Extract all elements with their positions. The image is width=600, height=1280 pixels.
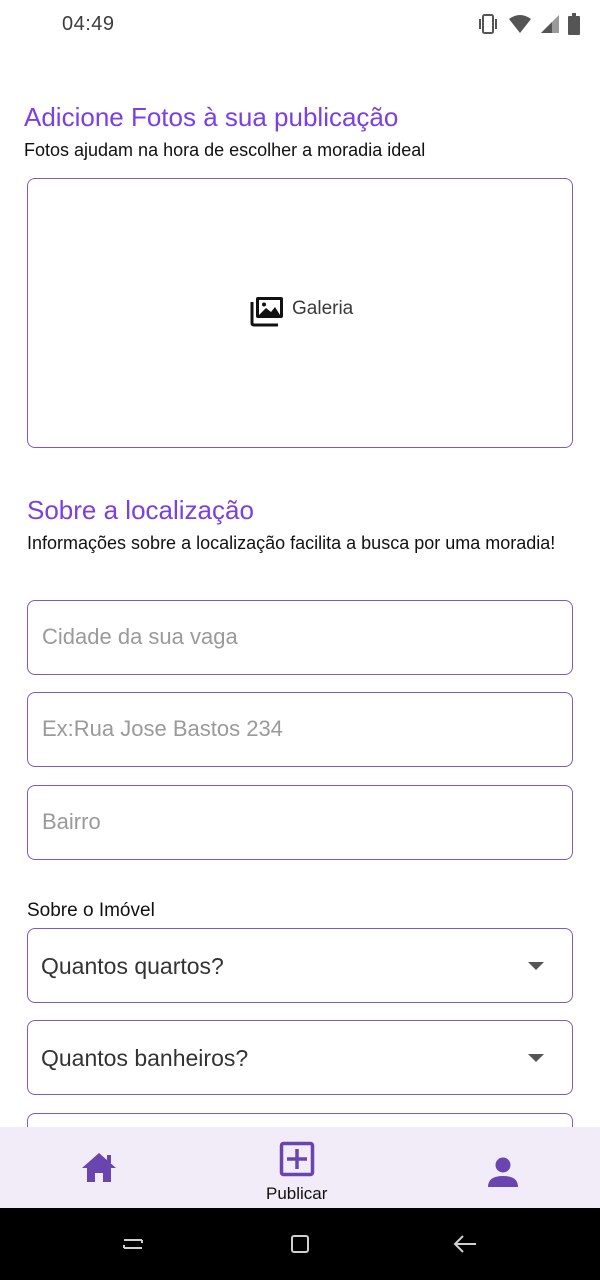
bedrooms-select[interactable]: Quantos quartos? bbox=[27, 928, 573, 1003]
status-bar: 04:49 bbox=[0, 0, 600, 48]
status-time: 04:49 bbox=[62, 13, 115, 35]
home-square-icon[interactable] bbox=[288, 1232, 312, 1261]
location-section-title: Sobre a localização bbox=[27, 495, 254, 525]
gallery-button[interactable]: Galeria bbox=[250, 294, 353, 333]
wifi-icon bbox=[508, 14, 532, 34]
gallery-label: Galeria bbox=[292, 297, 354, 319]
bedrooms-select-value: Quantos quartos? bbox=[41, 953, 224, 979]
photos-section-subtitle: Fotos ajudam na hora de escolher a morad… bbox=[24, 140, 426, 160]
signal-icon bbox=[540, 14, 560, 34]
street-field[interactable] bbox=[27, 692, 573, 767]
gallery-icon bbox=[250, 294, 286, 333]
nav-publish[interactable]: Publicar bbox=[266, 1141, 327, 1204]
system-navigation-bar bbox=[0, 1208, 600, 1280]
district-field[interactable] bbox=[27, 785, 573, 860]
city-input[interactable] bbox=[42, 601, 557, 673]
add-box-icon bbox=[279, 1141, 315, 1182]
city-field[interactable] bbox=[27, 600, 573, 675]
district-input[interactable] bbox=[42, 786, 557, 858]
location-section-subtitle: Informações sobre a localização facilita… bbox=[27, 533, 556, 553]
bathrooms-select-value: Quantos banheiros? bbox=[41, 1045, 249, 1071]
bathrooms-select[interactable]: Quantos banheiros? bbox=[27, 1020, 573, 1095]
nav-home[interactable] bbox=[80, 1151, 118, 1188]
dropdown-arrow-icon bbox=[528, 962, 544, 970]
photos-section-title: Adicione Fotos à sua publicação bbox=[24, 102, 399, 132]
person-icon bbox=[487, 1156, 519, 1193]
recents-icon[interactable] bbox=[121, 1232, 145, 1261]
battery-icon bbox=[568, 13, 580, 35]
bottom-navigation: Publicar bbox=[0, 1127, 600, 1208]
home-icon bbox=[80, 1151, 118, 1188]
nav-publish-label: Publicar bbox=[266, 1184, 328, 1203]
back-icon[interactable] bbox=[452, 1232, 478, 1261]
property-section-label: Sobre o Imóvel bbox=[27, 900, 155, 921]
vibrate-icon bbox=[476, 13, 500, 35]
nav-profile[interactable] bbox=[487, 1156, 519, 1193]
dropdown-arrow-icon bbox=[528, 1054, 544, 1062]
status-icons bbox=[476, 13, 580, 35]
street-input[interactable] bbox=[42, 693, 557, 765]
